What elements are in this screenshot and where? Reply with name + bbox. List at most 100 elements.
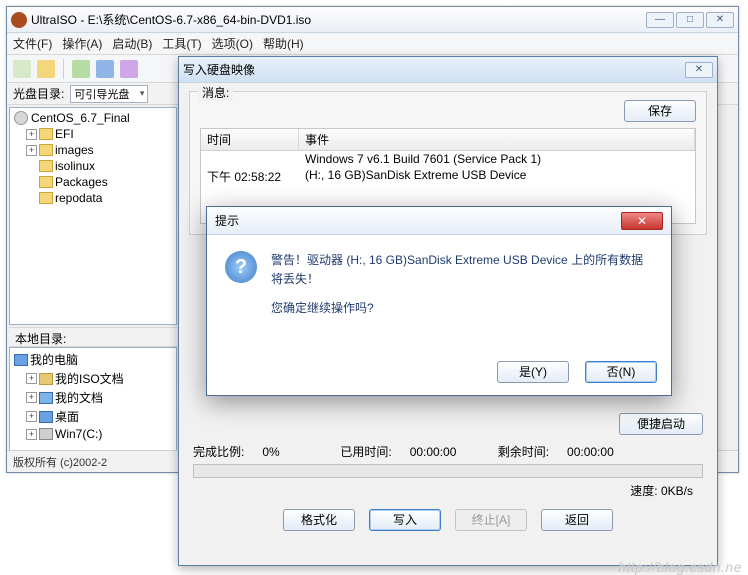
main-titlebar: UltraISO - E:\系统\CentOS-6.7-x86_64-bin-D… <box>7 7 738 33</box>
tree-root[interactable]: CentOS_6.7_Final <box>12 110 174 126</box>
local-item[interactable]: + Win7(C:) <box>12 426 174 442</box>
local-item[interactable]: + 桌面 <box>12 407 174 426</box>
expand-icon[interactable]: + <box>26 429 37 440</box>
local-tree: 我的电脑 + 我的ISO文档 + 我的文档 + 桌面 + Win7(C:) <box>9 347 177 451</box>
folder-icon <box>39 128 53 140</box>
tree-item-label: isolinux <box>55 159 95 173</box>
folder-icon <box>39 176 53 188</box>
tree-item[interactable]: + EFI <box>12 126 174 142</box>
local-item-label: 我的ISO文档 <box>55 370 124 387</box>
speed-value: 0KB/s <box>661 484 693 498</box>
minimize-button[interactable]: — <box>646 12 674 28</box>
main-title: UltraISO - E:\系统\CentOS-6.7-x86_64-bin-D… <box>31 11 646 28</box>
write-button[interactable]: 写入 <box>369 509 441 531</box>
table-row: Windows 7 v6.1 Build 7601 (Service Pack … <box>201 151 695 167</box>
expand-icon[interactable]: + <box>26 129 37 140</box>
tree-item-label: Packages <box>55 175 108 189</box>
menu-help[interactable]: 帮助(H) <box>263 35 304 52</box>
messages-legend: 消息: <box>198 84 233 101</box>
drive-icon <box>39 428 53 440</box>
new-icon[interactable] <box>13 60 31 78</box>
folder-icon <box>39 373 53 385</box>
local-item[interactable]: + 我的文档 <box>12 388 174 407</box>
confirm-close-button[interactable]: ✕ <box>621 212 663 230</box>
local-item-label: Win7(C:) <box>55 427 102 441</box>
menu-boot[interactable]: 启动(B) <box>112 35 152 52</box>
open-icon[interactable] <box>37 60 55 78</box>
tree-item[interactable]: + images <box>12 142 174 158</box>
local-root[interactable]: 我的电脑 <box>12 350 174 369</box>
menu-tools[interactable]: 工具(T) <box>162 35 201 52</box>
options-area: 便捷启动 完成比例: 0% 已用时间: 00:00:00 剩余时间: 00:00… <box>179 413 717 531</box>
confirm-titlebar: 提示 ✕ <box>207 207 671 235</box>
progress-label: 完成比例: <box>193 443 244 460</box>
boot-type-value: 可引导光盘 <box>74 86 129 102</box>
expand-icon[interactable]: + <box>26 411 37 422</box>
tree-root-label: CentOS_6.7_Final <box>31 111 130 125</box>
toolbar-separator <box>63 59 64 79</box>
menubar: 文件(F) 操作(A) 启动(B) 工具(T) 选项(O) 帮助(H) <box>7 33 738 55</box>
yes-button[interactable]: 是(Y) <box>497 361 569 383</box>
folder-icon <box>39 160 53 172</box>
maximize-button[interactable]: □ <box>676 12 704 28</box>
elapsed-value: 00:00:00 <box>410 445 480 459</box>
local-root-label: 我的电脑 <box>30 351 78 368</box>
folder-icon <box>39 144 53 156</box>
confirm-question-text: 您确定继续操作吗? <box>271 299 653 318</box>
disc-icon <box>14 111 28 125</box>
docs-icon <box>39 392 53 404</box>
col-time: 时间 <box>201 129 299 150</box>
confirm-dialog: 提示 ✕ ? 警告！驱动器 (H:, 16 GB)SanDisk Extreme… <box>206 206 672 396</box>
desktop-icon <box>39 411 53 423</box>
write-titlebar: 写入硬盘映像 ✕ <box>179 57 717 83</box>
tree-item[interactable]: isolinux <box>12 158 174 174</box>
col-event: 事件 <box>299 129 695 150</box>
progress-value: 0% <box>262 445 322 459</box>
tree-item-label: EFI <box>55 127 74 141</box>
elapsed-label: 已用时间: <box>340 443 391 460</box>
local-item[interactable]: + 我的ISO文档 <box>12 369 174 388</box>
saveas-icon[interactable] <box>120 60 138 78</box>
app-icon <box>11 12 27 28</box>
expand-icon[interactable]: + <box>26 145 37 156</box>
tree-item[interactable]: repodata <box>12 190 174 206</box>
back-button[interactable]: 返回 <box>541 509 613 531</box>
write-close-button[interactable]: ✕ <box>685 62 713 78</box>
disc-dir-label: 光盘目录: <box>13 85 64 102</box>
menu-options[interactable]: 选项(O) <box>212 35 253 52</box>
computer-icon <box>14 354 28 366</box>
boot-type-combo[interactable]: 可引导光盘 ▾ <box>70 85 148 103</box>
folder-icon <box>39 192 53 204</box>
remain-label: 剩余时间: <box>498 443 549 460</box>
expand-icon[interactable]: + <box>26 392 37 403</box>
confirm-warning-text: 警告！驱动器 (H:, 16 GB)SanDisk Extreme USB De… <box>271 251 653 289</box>
tree-item-label: repodata <box>55 191 102 205</box>
menu-action[interactable]: 操作(A) <box>62 35 102 52</box>
table-row: 下午 02:58:22(H:, 16 GB)SanDisk Extreme US… <box>201 167 695 186</box>
speed-label: 速度: <box>630 484 657 498</box>
close-button[interactable]: ✕ <box>706 12 734 28</box>
save-log-button[interactable]: 保存 <box>624 100 696 122</box>
status-text: 版权所有 (c)2002-2 <box>13 457 107 469</box>
write-title: 写入硬盘映像 <box>183 61 255 78</box>
local-item-label: 我的文档 <box>55 389 103 406</box>
remain-value: 00:00:00 <box>567 445 614 459</box>
local-item-label: 桌面 <box>55 408 79 425</box>
question-icon: ? <box>225 251 257 283</box>
save-icon[interactable] <box>96 60 114 78</box>
format-button[interactable]: 格式化 <box>283 509 355 531</box>
abort-button: 终止[A] <box>455 509 527 531</box>
expand-icon[interactable]: + <box>26 373 37 384</box>
quick-boot-button[interactable]: 便捷启动 <box>619 413 703 435</box>
no-button[interactable]: 否(N) <box>585 361 657 383</box>
chevron-down-icon: ▾ <box>140 88 145 99</box>
tree-item-label: images <box>55 143 94 157</box>
tree-item[interactable]: Packages <box>12 174 174 190</box>
progress-bar <box>193 464 703 478</box>
confirm-title: 提示 <box>215 212 239 229</box>
local-dir-label: 本地目录: <box>9 327 177 347</box>
watermark: http://blog.csdn.ne <box>618 559 742 575</box>
refresh-icon[interactable] <box>72 60 90 78</box>
menu-file[interactable]: 文件(F) <box>13 35 52 52</box>
disc-tree: CentOS_6.7_Final + EFI + images isolinux P… <box>9 107 177 325</box>
